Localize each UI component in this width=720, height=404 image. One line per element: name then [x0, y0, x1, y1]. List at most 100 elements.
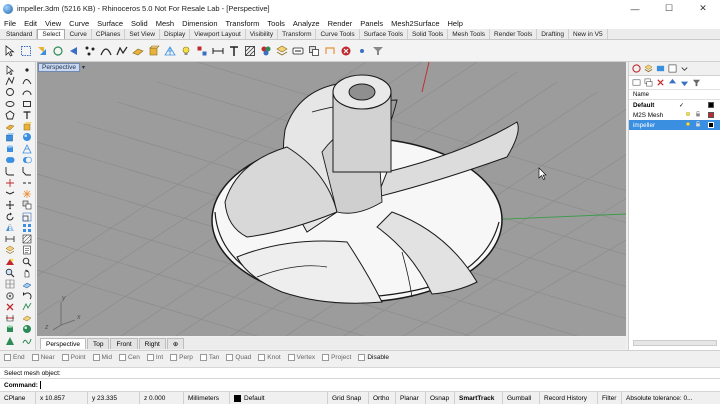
- osnap-int-checkbox[interactable]: [146, 353, 154, 361]
- layer-row-m2s-mesh[interactable]: M2S Mesh: [629, 110, 720, 120]
- render-icon[interactable]: [2, 256, 18, 267]
- status-record-history[interactable]: Record History: [540, 392, 598, 404]
- delete-icon[interactable]: [2, 301, 18, 312]
- fillet-icon[interactable]: [2, 166, 18, 177]
- menu-analyze[interactable]: Analyze: [293, 19, 320, 28]
- box-icon[interactable]: [2, 132, 18, 143]
- menu-solid[interactable]: Solid: [131, 19, 148, 28]
- status-filter[interactable]: Filter: [598, 392, 622, 404]
- tab-select[interactable]: Select: [37, 29, 66, 39]
- tab-set-view[interactable]: Set View: [125, 29, 160, 39]
- menu-file[interactable]: File: [4, 19, 16, 28]
- select-meshes-icon[interactable]: [163, 44, 177, 58]
- tab-transform[interactable]: Transform: [278, 29, 317, 39]
- tab-solid-tools[interactable]: Solid Tools: [408, 29, 449, 39]
- point-icon[interactable]: [19, 64, 35, 75]
- osnap-knot-checkbox[interactable]: [258, 353, 266, 361]
- curve-icon[interactable]: [19, 75, 35, 86]
- fit-cone-icon[interactable]: [2, 335, 18, 346]
- viewport-tab-top[interactable]: Top: [86, 338, 110, 349]
- tab-viewport-layout[interactable]: Viewport Layout: [190, 29, 246, 39]
- undo-icon[interactable]: [19, 290, 35, 301]
- status-smarttrack[interactable]: SmartTrack: [455, 392, 503, 404]
- tab-drafting[interactable]: Drafting: [537, 29, 569, 39]
- menu-help[interactable]: Help: [448, 19, 463, 28]
- menu-transform[interactable]: Transform: [226, 19, 260, 28]
- select-by-name-icon[interactable]: [291, 44, 305, 58]
- menu-edit[interactable]: Edit: [24, 19, 37, 28]
- panel-more-icon[interactable]: [679, 64, 689, 74]
- tab-display[interactable]: Display: [160, 29, 191, 39]
- status-ortho[interactable]: Ortho: [369, 392, 396, 404]
- viewport-tab-right[interactable]: Right: [138, 338, 166, 349]
- maximize-button[interactable]: ☐: [652, 0, 686, 17]
- pan-icon[interactable]: [19, 267, 35, 278]
- tab-cplanes[interactable]: CPlanes: [92, 29, 126, 39]
- rectangle-icon[interactable]: [19, 98, 35, 109]
- layers-tab-icon[interactable]: [643, 64, 653, 74]
- viewport-tab-perspective[interactable]: Perspective: [40, 338, 86, 349]
- tab-visibility[interactable]: Visibility: [246, 29, 279, 39]
- osnap-end-checkbox[interactable]: [4, 353, 11, 361]
- surface-from-points-icon[interactable]: [2, 120, 18, 131]
- boolean-difference-icon[interactable]: [19, 154, 35, 165]
- polygon-icon[interactable]: [2, 109, 18, 120]
- impeller-model[interactable]: [211, 74, 519, 304]
- osnap-project[interactable]: Project: [322, 353, 351, 361]
- layer-color-impeller[interactable]: [708, 122, 714, 128]
- status-grid-snap[interactable]: Grid Snap: [328, 392, 369, 404]
- menu-dimension[interactable]: Dimension: [182, 19, 217, 28]
- cplane-icon[interactable]: [19, 279, 35, 290]
- move-icon[interactable]: [2, 200, 18, 211]
- move-layer-up-icon[interactable]: [668, 78, 677, 87]
- menu-view[interactable]: View: [45, 19, 61, 28]
- explode-icon[interactable]: [19, 188, 35, 199]
- menu-surface[interactable]: Surface: [97, 19, 123, 28]
- close-button[interactable]: ✕: [686, 0, 720, 17]
- properties-tab-icon[interactable]: [631, 64, 641, 74]
- osnap-near-checkbox[interactable]: [31, 353, 39, 361]
- layers-scrollbar[interactable]: [633, 340, 717, 346]
- select-previous-icon[interactable]: [67, 44, 81, 58]
- join-icon[interactable]: [2, 188, 18, 199]
- select-small-objects-icon[interactable]: [355, 44, 369, 58]
- select-points-icon[interactable]: [83, 44, 97, 58]
- cylinder-icon[interactable]: [2, 143, 18, 154]
- layer-color-m2s-mesh[interactable]: [708, 112, 714, 118]
- select-lights-icon[interactable]: [179, 44, 193, 58]
- layer-lock-icon[interactable]: [695, 121, 701, 129]
- array-icon[interactable]: [19, 222, 35, 233]
- select-arrow-icon[interactable]: [2, 64, 18, 75]
- current-layer-check-icon[interactable]: ✓: [679, 102, 684, 109]
- osnap-vertex[interactable]: Vertex: [287, 353, 315, 361]
- osnap-vertex-checkbox[interactable]: [287, 353, 295, 361]
- polyline-icon[interactable]: [2, 75, 18, 86]
- dimension-icon[interactable]: [2, 233, 18, 244]
- select-open-polysurfaces-icon[interactable]: [323, 44, 337, 58]
- zoom-extents-icon[interactable]: [2, 267, 18, 278]
- tab-surface-tools[interactable]: Surface Tools: [360, 29, 408, 39]
- select-text-icon[interactable]: [227, 44, 241, 58]
- menu-curve[interactable]: Curve: [69, 19, 89, 28]
- osnap-disable[interactable]: Disable: [358, 353, 389, 361]
- new-layer-icon[interactable]: [632, 78, 641, 87]
- menu-mesh[interactable]: Mesh: [156, 19, 174, 28]
- layer-visible-icon[interactable]: [685, 111, 691, 119]
- layer-lock-icon[interactable]: [695, 111, 701, 119]
- add-viewport-tab-icon[interactable]: ⊕: [166, 338, 185, 349]
- viewport-title[interactable]: Perspective: [38, 63, 80, 72]
- osnap-tan-checkbox[interactable]: [199, 353, 207, 361]
- select-hatch-icon[interactable]: [243, 44, 257, 58]
- osnap-disable-checkbox[interactable]: [358, 353, 366, 361]
- select-bad-objects-icon[interactable]: [339, 44, 353, 58]
- mesh-icon[interactable]: [19, 143, 35, 154]
- hatch-icon[interactable]: [19, 233, 35, 244]
- tab-standard[interactable]: Standard: [2, 29, 38, 39]
- osnap-cen-checkbox[interactable]: [118, 353, 126, 361]
- text-icon[interactable]: [19, 109, 35, 120]
- osnap-end[interactable]: End: [4, 353, 25, 361]
- chamfer-icon[interactable]: [19, 166, 35, 177]
- sphere-icon[interactable]: [19, 132, 35, 143]
- select-by-color-icon[interactable]: [259, 44, 273, 58]
- layer-row-impeller[interactable]: impeller: [629, 120, 720, 130]
